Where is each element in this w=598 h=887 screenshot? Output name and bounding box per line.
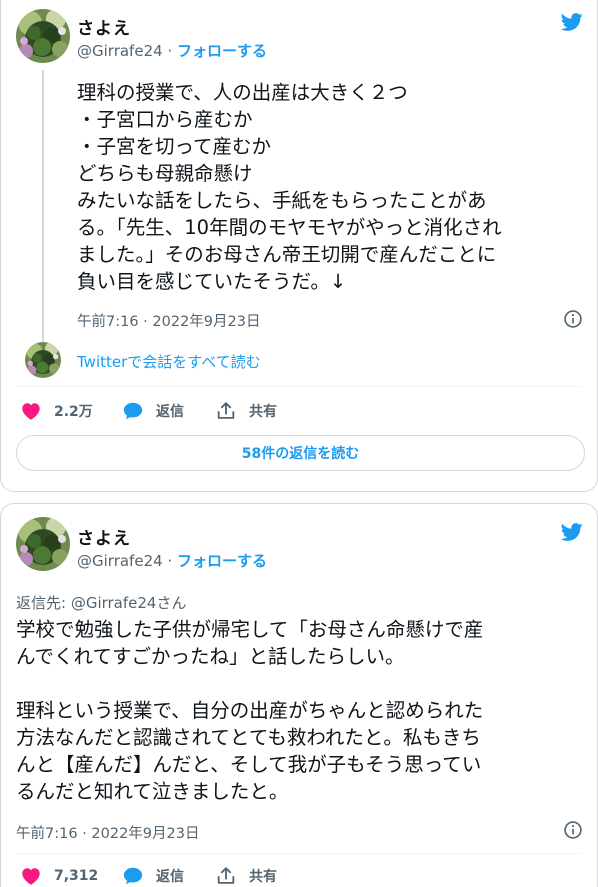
thread-line [42, 70, 44, 350]
twitter-bird-icon[interactable] [559, 11, 585, 33]
user-handle[interactable]: @Girrafe24 [77, 552, 163, 570]
follow-button[interactable]: フォローする [177, 552, 267, 570]
reply-bubble-icon [122, 865, 144, 887]
divider [17, 853, 581, 854]
share-label: 共有 [249, 404, 277, 420]
tweet-text: 学校で勉強した子供が帰宅して「お母さん命懸けで産 んでくれてすごかったね」と話し… [16, 618, 484, 803]
twitter-bird-icon[interactable] [559, 521, 585, 543]
tweet-timestamp[interactable]: 午前7:16 · 2022年9月23日 [77, 310, 260, 331]
reply-label: 返信 [156, 404, 184, 420]
share-button[interactable]: 共有 [215, 865, 277, 887]
display-name[interactable]: さよえ [77, 524, 131, 549]
user-handle[interactable]: @Girrafe24 [77, 42, 163, 60]
thread-avatar [25, 342, 61, 378]
handle-row: @Girrafe24 · フォローする [77, 40, 267, 61]
follow-button[interactable]: フォローする [177, 42, 267, 60]
divider [17, 386, 581, 387]
like-count: 7,312 [54, 868, 99, 884]
handle-row: @Girrafe24 · フォローする [77, 550, 267, 571]
share-button[interactable]: 共有 [215, 400, 277, 422]
like-button[interactable]: 2.2万 [20, 400, 93, 422]
tweet-timestamp[interactable]: 午前7:16 · 2022年9月23日 [16, 822, 199, 843]
handle-separator: · [162, 42, 177, 60]
avatar[interactable] [16, 9, 70, 63]
reply-bubble-icon [122, 400, 144, 422]
share-icon [215, 400, 237, 422]
read-conversation-link[interactable]: Twitterで会話をすべて読む [77, 351, 261, 372]
tweet-card: さよえ @Girrafe24 · フォローする 返信先: @Girrafe24さ… [0, 503, 598, 887]
share-label: 共有 [249, 869, 277, 885]
info-icon[interactable] [563, 820, 583, 840]
like-count: 2.2万 [54, 404, 93, 420]
avatar[interactable] [16, 517, 70, 571]
share-icon [215, 865, 237, 887]
read-replies-button[interactable]: 58件の返信を読む [16, 435, 585, 471]
like-button[interactable]: 7,312 [20, 865, 98, 887]
heart-icon [20, 865, 42, 887]
display-name[interactable]: さよえ [77, 14, 131, 39]
tweet-card: さよえ @Girrafe24 · フォローする 理科の授業で、人の出産は大きく２… [0, 0, 598, 492]
reply-label: 返信 [156, 869, 184, 885]
handle-separator: · [162, 552, 177, 570]
heart-icon [20, 400, 42, 422]
tweet-text: 理科の授業で、人の出産は大きく２つ ・子宮口から産むか ・子宮を切って産むか ど… [77, 81, 502, 293]
replying-to[interactable]: 返信先: @Girrafe24さん [16, 592, 186, 613]
info-icon[interactable] [563, 309, 583, 329]
reply-button[interactable]: 返信 [122, 865, 184, 887]
reply-button[interactable]: 返信 [122, 400, 184, 422]
